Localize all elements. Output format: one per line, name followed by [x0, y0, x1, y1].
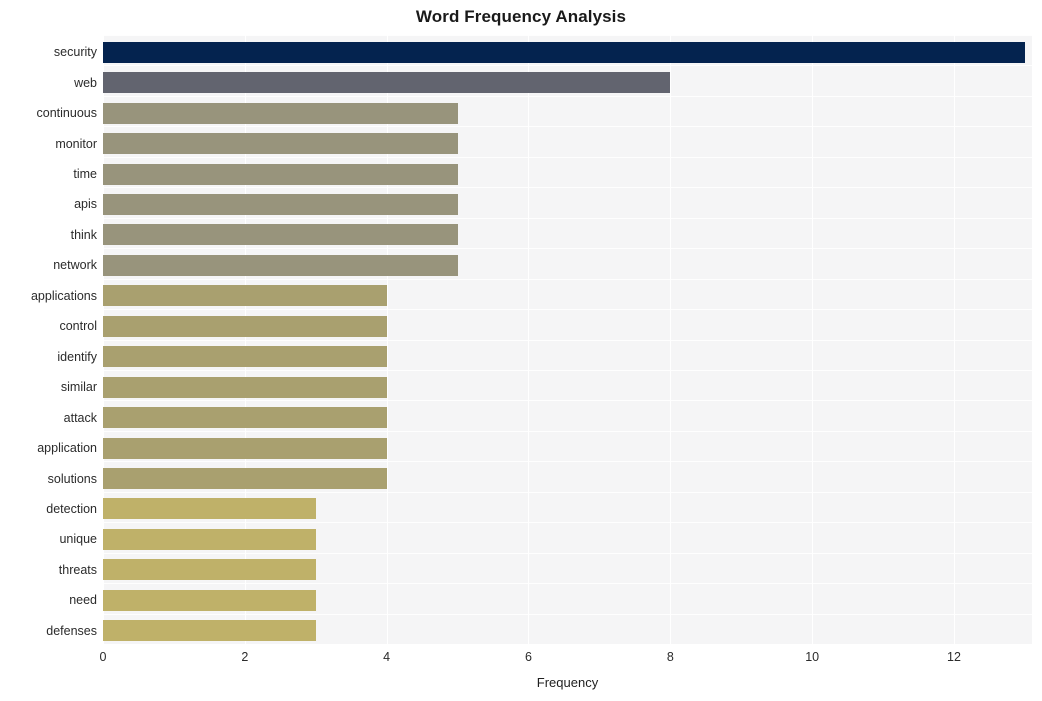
x-tick-label: 12 [947, 650, 961, 664]
bar [103, 163, 458, 185]
bar [103, 224, 458, 246]
bar [103, 285, 387, 307]
x-tick-label: 4 [383, 650, 391, 664]
y-tick-label: time [73, 167, 97, 182]
x-tick-label: 0 [99, 650, 107, 664]
y-tick-label: monitor [55, 136, 97, 151]
bar [103, 254, 458, 276]
bar [103, 407, 387, 429]
y-tick-label: web [74, 75, 97, 90]
bars-layer [103, 35, 1032, 644]
y-tick-label: continuous [36, 106, 97, 121]
bar [103, 528, 316, 550]
y-tick-label: need [69, 593, 97, 608]
y-tick-label: apis [74, 197, 97, 212]
bar [103, 376, 387, 398]
gridline-horizontal [103, 644, 1032, 645]
y-tick-label: detection [46, 501, 97, 516]
x-tick-label: 10 [805, 650, 820, 664]
y-tick-label: similar [60, 380, 97, 395]
bar [103, 193, 458, 215]
bar [103, 72, 671, 94]
bar [103, 589, 316, 611]
x-tick-label: 6 [525, 650, 532, 664]
y-tick-label: solutions [47, 471, 97, 486]
y-tick-label: application [37, 441, 97, 456]
plot-area [103, 35, 1032, 645]
bar [103, 102, 458, 124]
x-axis-tick-labels: 0 2 4 6 8 10 12 [0, 650, 1042, 670]
y-axis-tick-labels: security web continuous monitor time apis thin… [0, 35, 97, 644]
bar [103, 620, 316, 642]
y-tick-label: attack [63, 410, 97, 425]
word-frequency-bar-chart: Word Frequency Analysis security web conti… [0, 0, 1042, 701]
x-tick-label: 2 [241, 650, 249, 664]
bar [103, 346, 387, 368]
bar [103, 498, 316, 520]
y-tick-label: defenses [46, 623, 97, 638]
x-tick-label: 8 [666, 650, 674, 664]
y-tick-label: network [53, 258, 97, 273]
y-tick-label: unique [59, 532, 97, 547]
y-tick-label: security [53, 45, 97, 60]
bar [103, 315, 387, 337]
y-tick-label: control [59, 319, 97, 334]
bar [103, 437, 387, 459]
bar [103, 41, 1025, 63]
y-tick-label: applications [30, 288, 97, 303]
y-tick-label: identify [57, 349, 97, 364]
bar [103, 559, 316, 581]
y-tick-label: threats [58, 562, 97, 577]
x-axis-title: Frequency [536, 675, 599, 690]
chart-title: Word Frequency Analysis [415, 7, 627, 26]
bar [103, 133, 458, 155]
y-tick-label: think [70, 227, 97, 242]
bar [103, 468, 387, 490]
